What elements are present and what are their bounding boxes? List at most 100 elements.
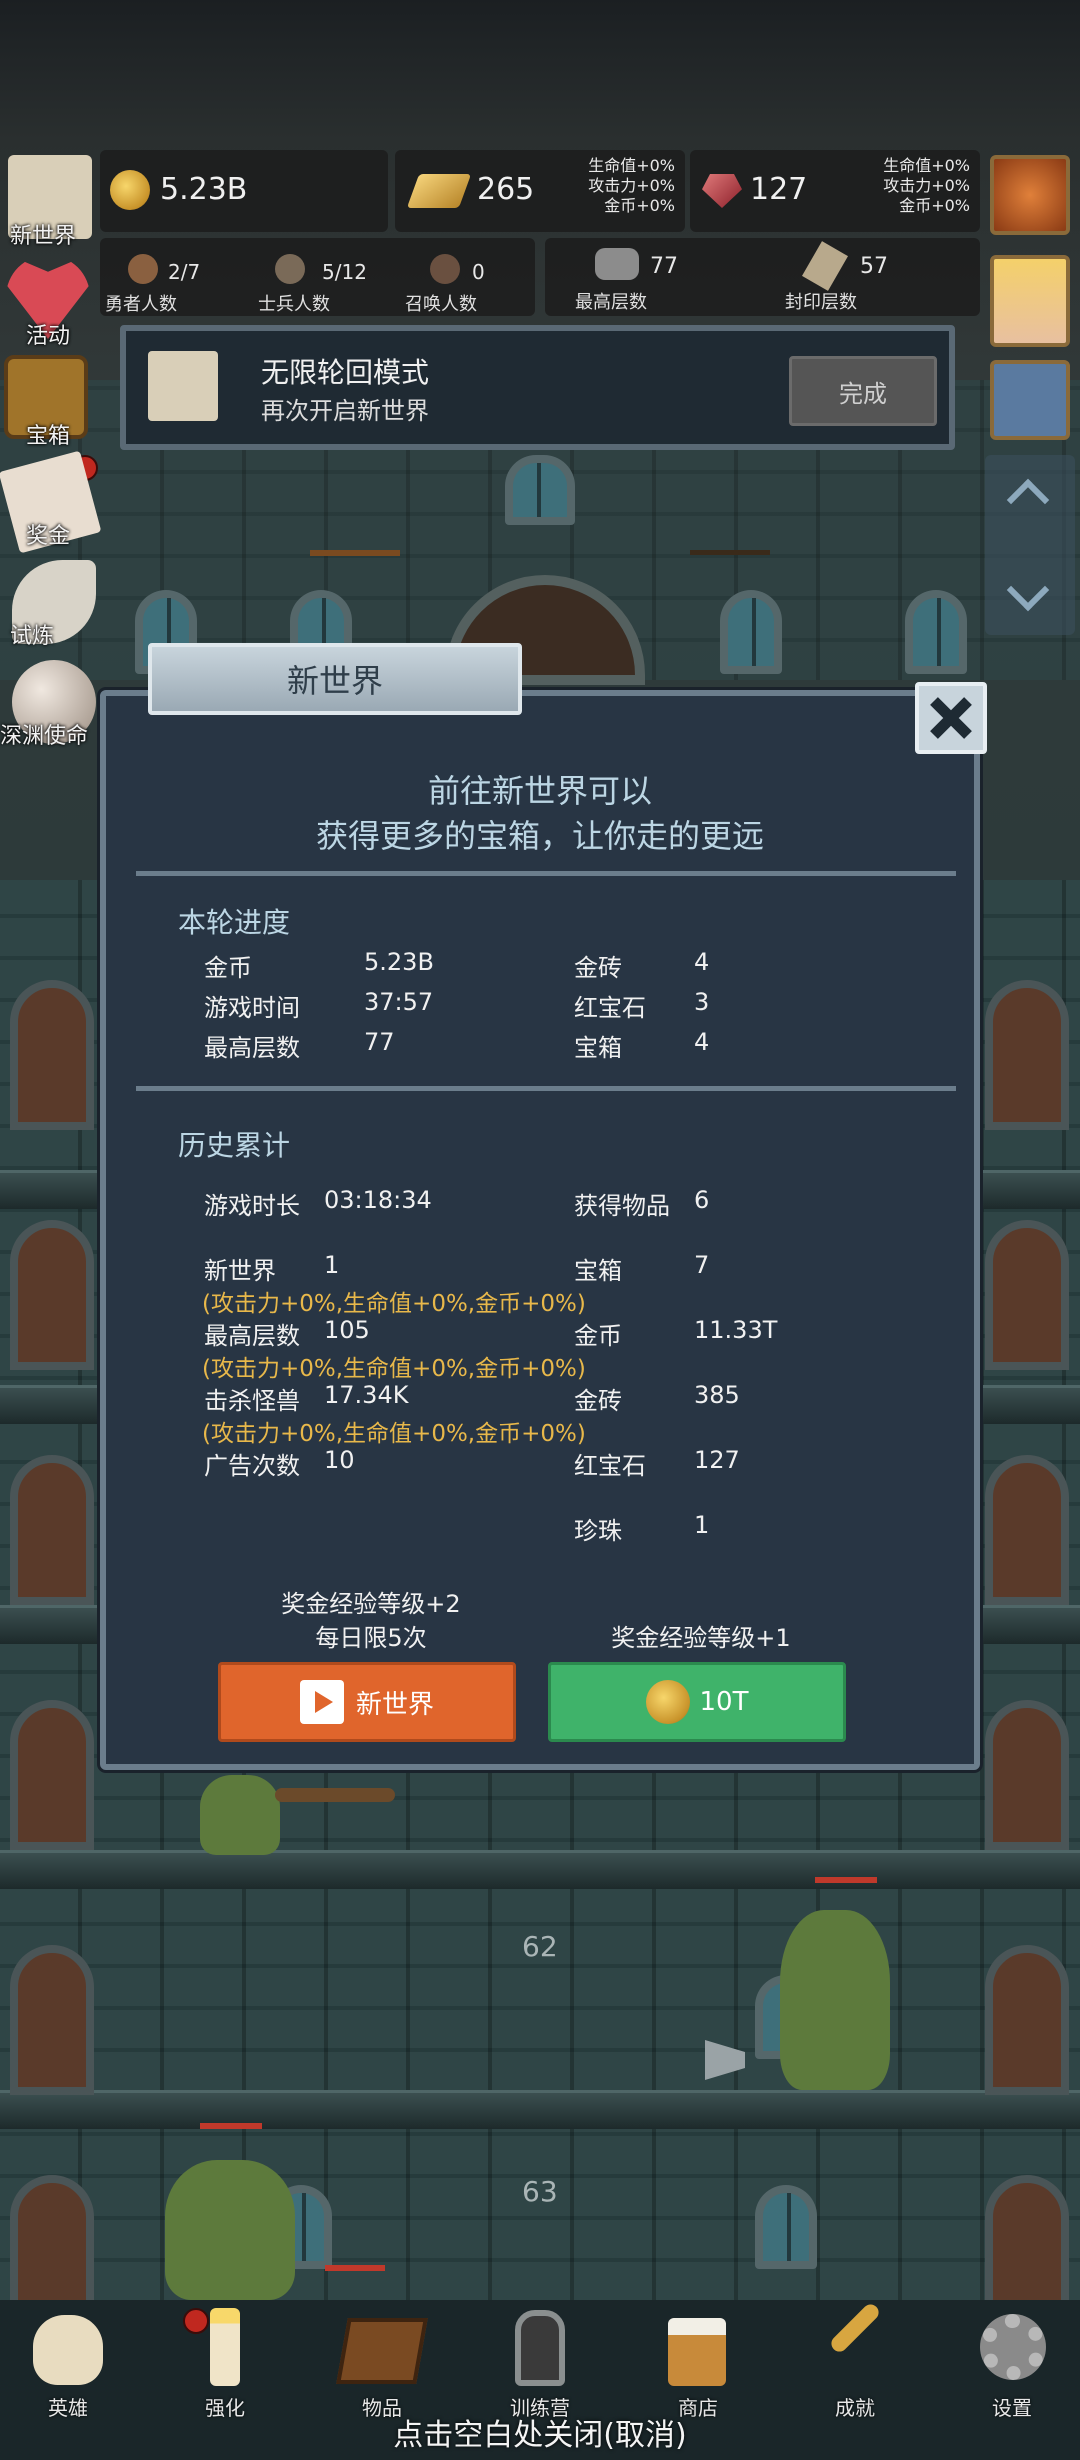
floor-ledge <box>0 1850 1080 1889</box>
floor-number: 62 <box>522 1930 558 1963</box>
history-value: 105 <box>324 1316 370 1344</box>
chandelier <box>690 510 770 555</box>
ruby-amount: 127 <box>750 172 808 207</box>
round-value: 5.23B <box>364 948 434 976</box>
bonus-text: (攻击力+0%,生命值+0%,金币+0%) <box>202 1356 586 1382</box>
candle-icon[interactable] <box>990 255 1070 347</box>
history-value: 1 <box>694 1511 710 1539</box>
hero-count: 2/7 <box>168 260 201 284</box>
enemy-health-bar <box>200 2123 262 2129</box>
dungeon-door <box>985 1455 1069 1605</box>
history-value: 6 <box>694 1186 710 1214</box>
history-value: 10 <box>324 1446 355 1474</box>
round-value: 4 <box>694 1028 710 1056</box>
mode-subtitle: 再次开启新世界 <box>261 397 429 425</box>
floor-count-panel: 77 最高层数 57 封印层数 <box>545 238 980 316</box>
new-world-dialog: 前往新世界可以 获得更多的宝箱，让你走的更远 本轮进度 金币 5.23B 金砖 … <box>100 690 980 1770</box>
round-label: 金砖 <box>574 954 622 982</box>
dungeon-door <box>10 980 94 1130</box>
backpack-icon[interactable] <box>990 360 1070 440</box>
ruby-panel: 127 生命值+0% 攻击力+0% 金币+0% <box>690 150 980 232</box>
video-button-label: 新世界 <box>355 1689 434 1720</box>
coin-button-label: 10T <box>699 1687 749 1717</box>
history-value: 17.34K <box>324 1381 409 1409</box>
history-label: 金币 <box>574 1322 622 1350</box>
dialog-headline-2: 获得更多的宝箱，让你走的更远 <box>315 817 764 855</box>
close-button[interactable] <box>915 682 987 754</box>
gold-bar-bonus: 生命值+0% 攻击力+0% 金币+0% <box>588 156 675 215</box>
enemy-health-bar <box>815 1877 877 1883</box>
pumpkin-icon[interactable] <box>990 155 1070 235</box>
dungeon-door <box>985 1700 1069 1850</box>
history-label: 红宝石 <box>574 1452 646 1480</box>
map-scroll-icon <box>148 351 218 421</box>
chevron-down-icon[interactable] <box>1006 568 1050 612</box>
round-progress-title: 本轮进度 <box>178 906 291 939</box>
dungeon-door <box>985 1220 1069 1370</box>
history-label: 珍珠 <box>574 1517 622 1545</box>
scroll-arrows <box>985 455 1075 635</box>
side-label-abyss[interactable]: 深渊使命 <box>0 718 88 750</box>
divider <box>136 871 956 876</box>
dungeon-door <box>10 1700 94 1850</box>
side-label-new-world[interactable]: 新世界 <box>10 218 76 250</box>
history-value: 385 <box>694 1381 740 1409</box>
history-label: 宝箱 <box>574 1257 622 1285</box>
watch-video-new-world-button[interactable]: 新世界 <box>218 1662 516 1742</box>
seal-scroll-icon <box>802 241 848 291</box>
round-label: 红宝石 <box>574 994 646 1022</box>
close-icon <box>930 697 972 739</box>
side-label-activity[interactable]: 活动 <box>26 318 70 350</box>
orc-enemy <box>165 2160 295 2300</box>
hero-avatar-icon <box>128 254 158 284</box>
dialog-title: 新世界 <box>286 662 383 700</box>
floor-number: 63 <box>522 2175 558 2208</box>
gold-bar-icon <box>406 174 472 208</box>
gold-amount: 5.23B <box>160 172 248 207</box>
tap-to-close-hint[interactable]: 点击空白处关闭(取消) <box>0 2410 1080 2454</box>
reward-text: 奖金经验等级+2 <box>281 1590 461 1618</box>
round-value: 3 <box>694 988 710 1016</box>
summon-avatar-icon <box>430 254 460 284</box>
orc-enemy <box>780 1910 890 2090</box>
ruby-bonus: 生命值+0% 攻击力+0% 金币+0% <box>883 156 970 215</box>
summon-count-label: 召唤人数 <box>405 294 477 315</box>
skull-icon <box>33 2315 103 2385</box>
unit-count-panel: 2/7 勇者人数 5/12 士兵人数 0 召唤人数 <box>100 238 535 316</box>
side-label-trial[interactable]: 试炼 <box>10 618 54 650</box>
history-label: 最高层数 <box>204 1322 300 1350</box>
beer-mug-icon <box>668 2318 726 2386</box>
chevron-up-icon[interactable] <box>1006 478 1050 522</box>
dungeon-door <box>985 980 1069 1130</box>
key-icon <box>828 2301 882 2355</box>
gear-icon <box>980 2314 1046 2380</box>
stone-icon <box>595 248 639 280</box>
seal-floor-label: 封印层数 <box>785 292 857 313</box>
max-floor-label: 最高层数 <box>575 292 647 313</box>
hero-count-label: 勇者人数 <box>105 294 177 315</box>
reward-text: 奖金经验等级+1 <box>611 1624 791 1652</box>
history-label: 获得物品 <box>574 1192 670 1220</box>
infinite-mode-bar: 无限轮回模式 再次开启新世界 完成 <box>120 325 955 450</box>
complete-button[interactable]: 完成 <box>789 356 937 426</box>
dialog-headline-1: 前往新世界可以 <box>427 772 652 810</box>
club-weapon <box>275 1788 395 1802</box>
gold-bar-panel: 265 生命值+0% 攻击力+0% 金币+0% <box>395 150 685 232</box>
ruby-icon <box>702 174 742 208</box>
side-label-bonus[interactable]: 奖金 <box>26 518 70 550</box>
history-label: 新世界 <box>204 1257 276 1285</box>
history-label: 金砖 <box>574 1387 622 1415</box>
mode-title: 无限轮回模式 <box>261 356 430 389</box>
history-value: 1 <box>324 1251 340 1279</box>
history-label: 击杀怪兽 <box>204 1387 300 1415</box>
pay-coin-new-world-button[interactable]: 10T <box>548 1662 846 1742</box>
soldier-avatar-icon <box>275 254 305 284</box>
side-label-chest[interactable]: 宝箱 <box>26 418 70 450</box>
gold-coin-icon <box>110 170 150 210</box>
round-value: 77 <box>364 1028 395 1056</box>
seal-floor-count: 57 <box>860 254 888 279</box>
round-value: 4 <box>694 948 710 976</box>
castle-window <box>505 455 575 525</box>
history-label: 游戏时长 <box>204 1192 300 1220</box>
gold-panel: 5.23B <box>100 150 388 232</box>
